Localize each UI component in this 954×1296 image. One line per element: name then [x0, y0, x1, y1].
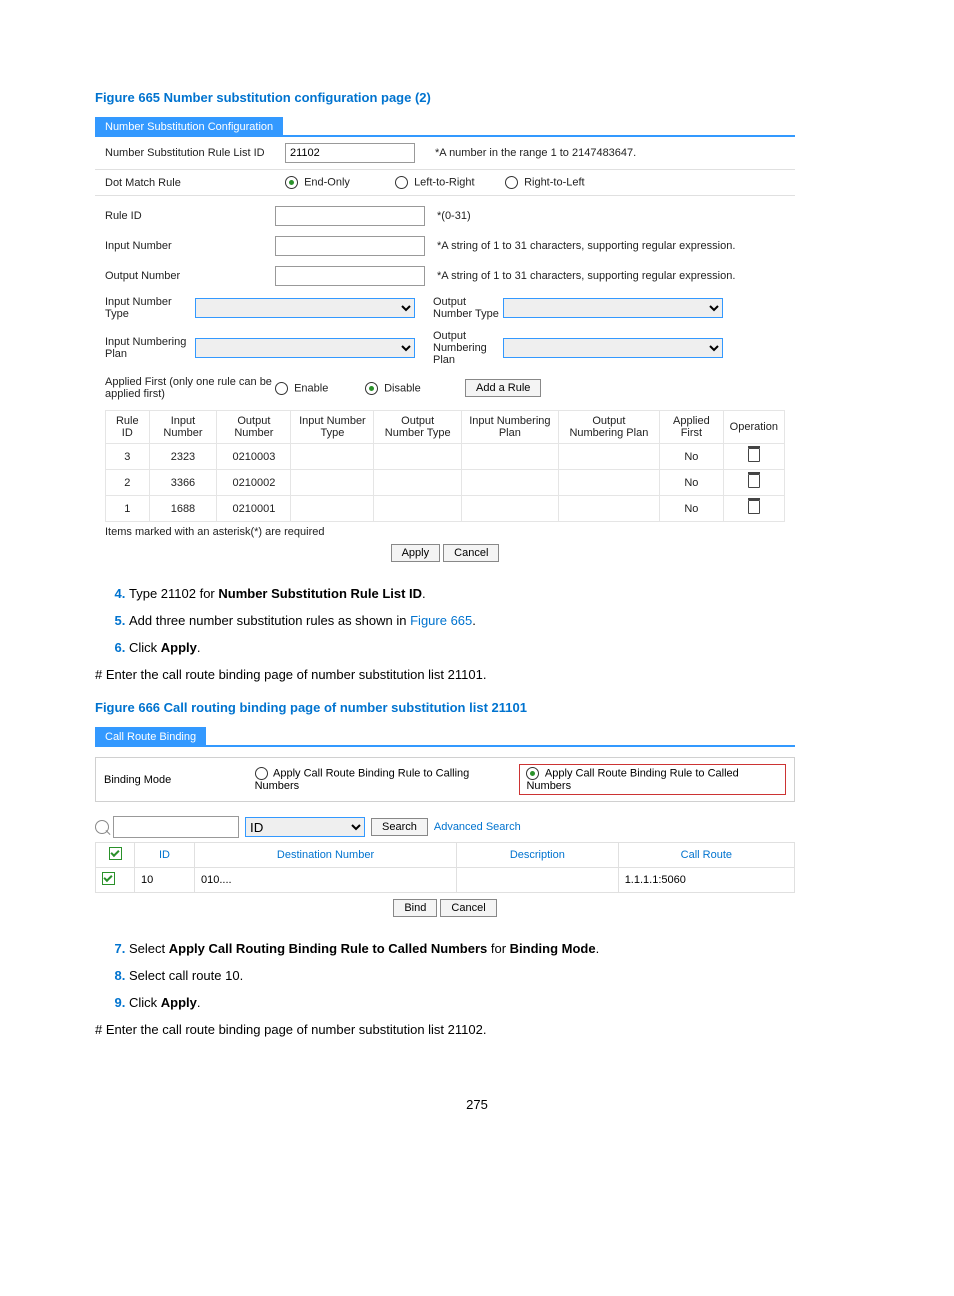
apply-button[interactable]: Apply	[391, 544, 441, 562]
page-number: 275	[95, 1097, 859, 1112]
th-id: ID	[135, 843, 195, 868]
opt-called-label: Apply Call Route Binding Rule to Called …	[526, 767, 738, 792]
table-row: 2 3366 0210002 No	[106, 470, 785, 496]
cancel-button[interactable]: Cancel	[440, 899, 496, 917]
search-button[interactable]: Search	[371, 818, 428, 836]
bind-button[interactable]: Bind	[393, 899, 437, 917]
in-plan-select[interactable]	[195, 338, 415, 358]
trash-icon[interactable]	[748, 448, 760, 462]
route-table: ID Destination Number Description Call R…	[95, 842, 795, 893]
applied-first-label: Applied First (only one rule can be appl…	[105, 376, 275, 400]
trash-icon[interactable]	[748, 474, 760, 488]
in-plan-label: Input Numbering Plan	[105, 336, 195, 360]
list-id-label: Number Substitution Rule List ID	[105, 147, 285, 159]
th-out-plan: Output Numbering Plan	[558, 411, 659, 444]
dot-ltr-label: Left-to-Right	[414, 176, 475, 188]
advanced-search-link[interactable]: Advanced Search	[434, 821, 521, 833]
rule-id-label: Rule ID	[105, 210, 275, 222]
trash-icon[interactable]	[748, 500, 760, 514]
list-id-hint: *A number in the range 1 to 2147483647.	[435, 147, 636, 159]
in-num-type-select[interactable]	[195, 298, 415, 318]
asterisk-note: Items marked with an asterisk(*) are req…	[105, 526, 795, 538]
out-plan-label: Output Numbering Plan	[433, 330, 503, 366]
enable-label: Enable	[294, 382, 328, 394]
rule-id-hint: *(0-31)	[437, 210, 471, 222]
ss665-titlebar: Number Substitution Configuration	[95, 117, 283, 137]
th-applied-first: Applied First	[660, 411, 724, 444]
para-enter-21101: # Enter the call route binding page of n…	[95, 667, 859, 682]
figure-666-caption: Figure 666 Call routing binding page of …	[95, 700, 859, 715]
table-row: 3 2323 0210003 No	[106, 444, 785, 470]
search-icon	[95, 820, 109, 834]
th-in-num-type: Input Number Type	[291, 411, 374, 444]
add-rule-button[interactable]: Add a Rule	[465, 379, 541, 397]
radio-icon[interactable]	[275, 382, 288, 395]
th-desc: Description	[456, 843, 618, 868]
dot-rtl-label: Right-to-Left	[524, 176, 585, 188]
output-number-input[interactable]	[275, 266, 425, 286]
th-in-plan: Input Numbering Plan	[462, 411, 559, 444]
step-5: Add three number substitution rules as s…	[129, 613, 859, 628]
step-8: Select call route 10.	[129, 968, 859, 983]
th-rule-id: Rule ID	[106, 411, 150, 444]
th-operation: Operation	[723, 411, 784, 444]
steps-list-b: Select Apply Call Routing Binding Rule t…	[95, 941, 859, 1010]
output-number-hint: *A string of 1 to 31 characters, support…	[437, 270, 735, 282]
search-field-select[interactable]: ID	[245, 817, 365, 837]
radio-icon[interactable]	[285, 176, 298, 189]
th-output-number: Output Number	[217, 411, 291, 444]
th-out-num-type: Output Number Type	[374, 411, 462, 444]
para-enter-21102: # Enter the call route binding page of n…	[95, 1022, 859, 1037]
radio-icon[interactable]	[526, 767, 539, 780]
opt-calling-label: Apply Call Route Binding Rule to Calling…	[255, 767, 470, 792]
th-input-number: Input Number	[149, 411, 217, 444]
radio-icon[interactable]	[395, 176, 408, 189]
step-7: Select Apply Call Routing Binding Rule t…	[129, 941, 859, 956]
th-call-route: Call Route	[618, 843, 794, 868]
in-num-type-label: Input Number Type	[105, 296, 195, 320]
out-num-type-select[interactable]	[503, 298, 723, 318]
list-id-input[interactable]	[285, 143, 415, 163]
step-9: Click Apply.	[129, 995, 859, 1010]
input-number-hint: *A string of 1 to 31 characters, support…	[437, 240, 735, 252]
input-number-label: Input Number	[105, 240, 275, 252]
steps-list-a: Type 21102 for Number Substitution Rule …	[95, 586, 859, 655]
search-text-input[interactable]	[113, 816, 239, 838]
disable-label: Disable	[384, 382, 421, 394]
table-row: 10 010.... 1.1.1.1:5060	[96, 868, 795, 893]
dot-match-label: Dot Match Rule	[105, 177, 285, 189]
figure-665-link[interactable]: Figure 665	[410, 613, 472, 628]
out-num-type-label: Output Number Type	[433, 296, 503, 320]
out-plan-select[interactable]	[503, 338, 723, 358]
input-number-input[interactable]	[275, 236, 425, 256]
binding-mode-label: Binding Mode	[104, 774, 255, 786]
figure-665-screenshot: Number Substitution Configuration Number…	[95, 117, 795, 562]
table-row: 1 1688 0210001 No	[106, 496, 785, 522]
rules-table: Rule ID Input Number Output Number Input…	[105, 410, 785, 522]
cancel-button[interactable]: Cancel	[443, 544, 499, 562]
radio-icon[interactable]	[365, 382, 378, 395]
radio-icon[interactable]	[505, 176, 518, 189]
figure-665-caption: Figure 665 Number substitution configura…	[95, 90, 859, 105]
output-number-label: Output Number	[105, 270, 275, 282]
checkbox-icon[interactable]	[109, 847, 122, 860]
figure-666-screenshot: Call Route Binding Binding Mode Apply Ca…	[95, 727, 795, 917]
radio-icon[interactable]	[255, 767, 268, 780]
step-4: Type 21102 for Number Substitution Rule …	[129, 586, 859, 601]
step-6: Click Apply.	[129, 640, 859, 655]
ss666-titlebar: Call Route Binding	[95, 727, 206, 747]
dot-end-only-label: End-Only	[304, 176, 350, 188]
rule-id-input[interactable]	[275, 206, 425, 226]
checkbox-icon[interactable]	[102, 872, 115, 885]
th-dest: Destination Number	[195, 843, 457, 868]
